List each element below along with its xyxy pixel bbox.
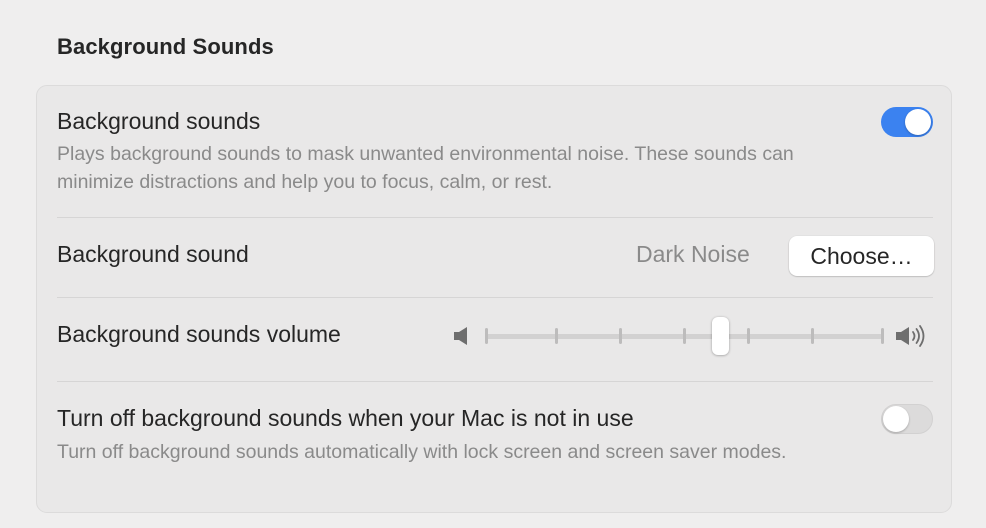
volume-slider[interactable] bbox=[453, 316, 933, 356]
slider-tick bbox=[683, 328, 686, 344]
volume-label: Background sounds volume bbox=[57, 321, 341, 347]
slider-tick bbox=[619, 328, 622, 344]
section-title: Background Sounds bbox=[57, 34, 274, 59]
background-sounds-description: Plays background sounds to mask unwanted… bbox=[57, 143, 794, 193]
toggle-knob bbox=[883, 406, 909, 432]
slider-tick bbox=[747, 328, 750, 344]
background-sounds-toggle[interactable] bbox=[881, 107, 933, 137]
speaker-high-icon bbox=[896, 325, 925, 347]
background-sounds-label: Background sounds bbox=[57, 108, 261, 134]
divider bbox=[57, 297, 933, 298]
slider-tick bbox=[881, 328, 884, 344]
background-sound-label: Background sound bbox=[57, 241, 249, 267]
slider-tick bbox=[485, 328, 488, 344]
slider-tick bbox=[811, 328, 814, 344]
turn-off-label: Turn off background sounds when your Mac… bbox=[57, 405, 634, 431]
slider-thumb[interactable] bbox=[712, 317, 729, 355]
toggle-knob bbox=[905, 109, 931, 135]
background-sound-value: Dark Noise bbox=[636, 241, 750, 267]
settings-panel: Background sounds Plays background sound… bbox=[36, 85, 952, 513]
divider bbox=[57, 381, 933, 382]
turn-off-toggle[interactable] bbox=[881, 404, 933, 434]
choose-button[interactable]: Choose… bbox=[789, 236, 934, 276]
slider-tick bbox=[555, 328, 558, 344]
speaker-low-icon bbox=[454, 327, 467, 345]
turn-off-description: Turn off background sounds automatically… bbox=[57, 441, 787, 463]
divider bbox=[57, 217, 933, 218]
